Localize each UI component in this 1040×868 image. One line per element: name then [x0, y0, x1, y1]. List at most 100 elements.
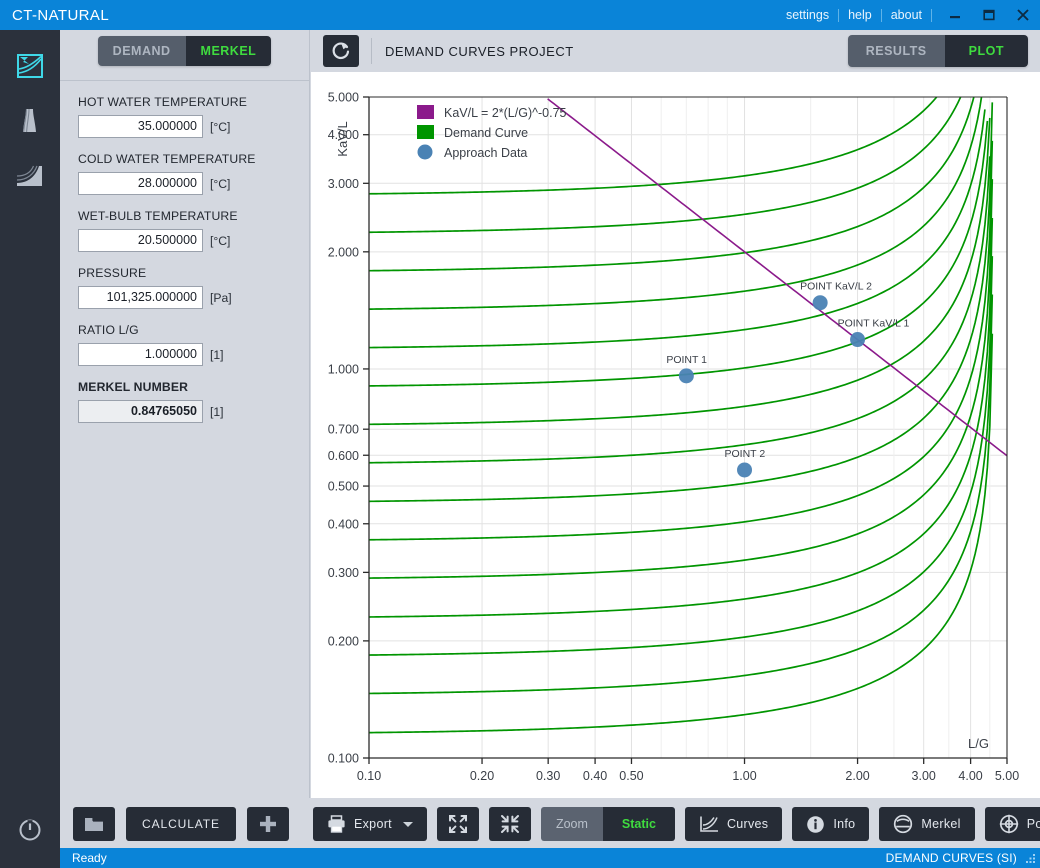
field-row: 20.500000 [°C] [78, 229, 291, 252]
cold-water-temperature-input[interactable]: 28.000000 [78, 172, 203, 195]
y-tick-label-3: 2.000 [328, 245, 359, 259]
data-point-label-3: POINT KaV/L 2 [800, 281, 872, 293]
y-tick-label-10: 0.200 [328, 634, 359, 648]
data-point-1[interactable] [737, 462, 753, 478]
y-tick-label-5: 0.700 [328, 423, 359, 437]
x-tick-label-8: 4.00 [958, 769, 982, 783]
data-point-2[interactable] [850, 332, 866, 348]
close-button[interactable] [1006, 0, 1040, 30]
y-tick-label-4: 1.000 [328, 362, 359, 376]
x-tick-label-2: 0.30 [536, 769, 560, 783]
power-button[interactable] [0, 810, 60, 850]
menu-item-about[interactable]: about [882, 0, 931, 30]
y-tick-label-7: 0.500 [328, 480, 359, 494]
collapse-icon [500, 815, 519, 833]
tab-results[interactable]: RESULTS [847, 35, 945, 67]
curves-button[interactable]: Curves [684, 807, 783, 841]
field-label: MERKEL NUMBER [78, 380, 189, 394]
tab-plot[interactable]: PLOT [944, 35, 1028, 67]
maximize-button[interactable] [972, 0, 1006, 30]
window-controls [938, 0, 1040, 30]
expand-icon [448, 815, 467, 833]
point-label: Point [1026, 817, 1040, 831]
pressure-input[interactable]: 101,325.000000 [78, 286, 203, 309]
sidebar-item-demand-curves[interactable] [0, 38, 60, 93]
title-bar: CT-NATURAL settings help about [0, 0, 1040, 30]
mode-toggle: DEMAND MERKEL [97, 36, 272, 66]
legend-marker-0 [417, 105, 434, 119]
field-unit: [°C] [210, 119, 231, 134]
chevron-down-icon[interactable] [402, 821, 413, 827]
calculate-button[interactable]: CALCULATE [126, 807, 236, 841]
field-ratio-lg: RATIO L/G 1.000000 [1] [60, 323, 309, 366]
resize-grip-icon[interactable] [1023, 851, 1037, 865]
export-button[interactable]: Export [313, 807, 427, 841]
legend-label-0: KaV/L = 2*(L/G)^-0.75 [444, 106, 567, 120]
main-header: DEMAND CURVES PROJECT RESULTS PLOT [311, 30, 1040, 72]
ratio-lg-input[interactable]: 1.000000 [78, 343, 203, 366]
field-row: 0.84765050 [1] [78, 400, 291, 423]
y-tick-label-9: 0.300 [328, 566, 359, 580]
field-label: WET-BULB TEMPERATURE [78, 209, 238, 223]
plus-icon [260, 816, 276, 832]
demand-curves-chart[interactable]: POINT 1 POINT 2 POINT KaV/L 1 POINT KaV/L 2… [311, 72, 1040, 798]
maximize-icon [983, 9, 995, 21]
plot-canvas[interactable]: POINT 1 POINT 2 POINT KaV/L 1 POINT KaV/L 2… [311, 72, 1040, 798]
legend-marker-1 [417, 125, 434, 139]
field-hot-water-temperature: HOT WATER TEMPERATURE 35.000000 [°C] [60, 95, 309, 138]
toggle-static[interactable]: Static [602, 807, 675, 841]
info-button[interactable]: Info [792, 807, 870, 841]
expand-button[interactable] [436, 807, 479, 841]
curves-icon [700, 816, 718, 832]
y-axis-label: KaV/L [335, 121, 350, 156]
open-project-button[interactable] [73, 807, 115, 841]
field-unit: [1] [210, 347, 224, 362]
point-icon [999, 814, 1018, 834]
refresh-button-wrap [311, 35, 359, 67]
y-tick-label-11: 0.100 [328, 752, 359, 766]
add-point-button[interactable] [247, 807, 289, 841]
performance-curves-icon [16, 165, 42, 186]
legend-marker-2 [417, 144, 433, 160]
field-merkel-number: MERKEL NUMBER 0.84765050 [1] [60, 380, 309, 423]
collapse-button[interactable] [488, 807, 531, 841]
hot-water-temperature-input[interactable]: 35.000000 [78, 115, 203, 138]
field-label: PRESSURE [78, 266, 147, 280]
mode-toggle-wrap: DEMAND MERKEL [60, 30, 309, 66]
tab-merkel[interactable]: MERKEL [185, 36, 272, 66]
tab-demand[interactable]: DEMAND [97, 36, 186, 66]
data-point-label-0: POINT 1 [666, 354, 707, 366]
legend-label-2: Approach Data [444, 146, 527, 160]
minimize-button[interactable] [938, 0, 972, 30]
x-tick-label-0: 0.10 [357, 769, 381, 783]
menu-item-settings[interactable]: settings [777, 0, 838, 30]
x-tick-label-3: 0.40 [583, 769, 607, 783]
view-toggle: RESULTS PLOT [847, 35, 1028, 67]
field-wet-bulb-temperature: WET-BULB TEMPERATURE 20.500000 [°C] [60, 209, 309, 252]
toggle-zoom[interactable]: Zoom [540, 807, 603, 841]
data-point-3[interactable] [812, 295, 828, 311]
y-tick-label-2: 3.000 [328, 177, 359, 191]
field-row: 1.000000 [1] [78, 343, 291, 366]
toolbar-right-group: Export Zoom Static Curves Info Merkel Po [313, 807, 1040, 841]
mask-right [1007, 72, 1040, 798]
wet-bulb-temperature-input[interactable]: 20.500000 [78, 229, 203, 252]
view-toggle-wrap: RESULTS PLOT [847, 35, 1040, 67]
x-tick-label-1: 0.20 [470, 769, 494, 783]
status-project: DEMAND CURVES (SI) [885, 851, 1017, 865]
folder-icon [85, 817, 103, 831]
mask-top [311, 72, 1040, 97]
merkel-button[interactable]: Merkel [879, 807, 975, 841]
curves-label: Curves [726, 817, 769, 831]
sidebar-item-cooling-tower[interactable] [0, 93, 60, 148]
printer-icon [328, 815, 345, 833]
x-tick-label-9: 5.00 [995, 769, 1019, 783]
refresh-icon [332, 42, 350, 60]
data-point-0[interactable] [678, 368, 694, 384]
refresh-button[interactable] [323, 35, 359, 67]
field-row: 35.000000 [°C] [78, 115, 291, 138]
field-unit: [°C] [210, 176, 231, 191]
sidebar-item-performance-curves[interactable] [0, 148, 60, 203]
menu-item-help[interactable]: help [839, 0, 881, 30]
point-button[interactable]: Point [984, 807, 1040, 841]
